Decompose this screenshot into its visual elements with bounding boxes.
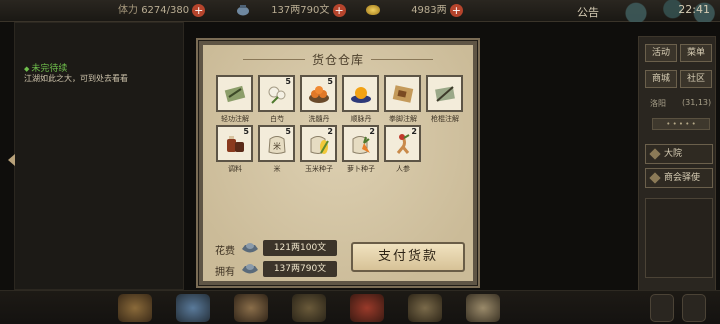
trade-courier-icon (649, 172, 661, 184)
top-status-bar: 体力 6274/380 + 137两790文 + 4983两 + 公告 22:4… (0, 0, 720, 22)
guild-icon[interactable] (350, 294, 384, 322)
item-slot[interactable]: 米 5 (258, 125, 295, 162)
item-slot[interactable] (216, 75, 253, 112)
courtyard-button[interactable]: 大院 (645, 144, 713, 164)
item-count: 5 (243, 127, 249, 136)
marrow-pill-icon (309, 86, 329, 103)
bottom-toolbar (0, 290, 720, 324)
item-label: 白芍 (270, 115, 284, 123)
add-gold-button[interactable]: + (449, 3, 463, 17)
menu-button[interactable]: 菜单 (680, 44, 712, 62)
item-slot[interactable]: 2 (342, 125, 379, 162)
item-count: 5 (285, 127, 291, 136)
silver-ingot-icon (242, 264, 258, 274)
courtyard-icon (649, 148, 661, 160)
item-slot[interactable] (426, 75, 463, 112)
collapse-left-arrow-icon[interactable] (8, 154, 15, 166)
warehouse-dialog: 货仓仓库 5 5 轻功注解 白芍 洗髓丹 顺脉丹 拳脚注解 枪棍注解 5 米 5… (199, 41, 477, 285)
chat-icon[interactable] (682, 294, 706, 322)
money-display: 137两790文 + (236, 3, 346, 19)
item-label: 拳脚注解 (389, 115, 417, 123)
stamina-value: 6274/380 (141, 5, 190, 16)
item-label: 洗髓丹 (308, 115, 330, 123)
item-count: 2 (327, 127, 333, 136)
location-coords: (31,13) (682, 98, 712, 107)
right-info-box (645, 198, 713, 278)
dialog-title-text: 货仓仓库 (311, 53, 364, 67)
item-label: 米 (273, 165, 281, 173)
svg-text:米: 米 (273, 141, 281, 151)
item-label: 枪棍注解 (431, 115, 459, 123)
seasoning-icon (227, 136, 244, 152)
cost-value: 121两100文 (263, 240, 337, 256)
scroll-indicator: • • • • • (652, 118, 710, 130)
activity-button[interactable]: 活动 (645, 44, 677, 62)
corn-seed-icon (310, 136, 329, 154)
item-label: 萝卜种子 (347, 165, 375, 173)
map-icon[interactable] (466, 294, 500, 322)
quest-description: 江湖如此之大，可到处去看看 (24, 74, 128, 83)
trade-courier-label: 商会驿使 (664, 173, 701, 183)
add-stamina-button[interactable]: + (192, 3, 206, 17)
location-name: 洛阳 (650, 99, 666, 108)
radish-seed-icon (352, 136, 370, 154)
coin-pouch-icon (236, 4, 250, 16)
item-slot[interactable]: 5 (258, 75, 295, 112)
stamina-display: 体力 6274/380 + (118, 3, 206, 19)
item-label: 调料 (228, 165, 242, 173)
martial-icon[interactable] (292, 294, 326, 322)
gold-ingot-icon (366, 5, 380, 15)
item-slot[interactable] (384, 75, 421, 112)
item-label: 轻功注解 (221, 115, 249, 123)
notice-button[interactable]: 公告 (577, 4, 599, 20)
quest-diamond-icon: ◆ (24, 65, 30, 73)
item-slot[interactable] (342, 75, 379, 112)
inventory-icon[interactable] (118, 294, 152, 322)
trade-courier-button[interactable]: 商会驿使 (645, 168, 713, 188)
owned-value: 137两790文 (263, 261, 337, 277)
item-label: 人参 (396, 165, 410, 173)
item-slot[interactable]: 5 (216, 125, 253, 162)
dialog-title: 货仓仓库 (203, 51, 473, 68)
gold-display: 4983两 + (366, 3, 463, 19)
quest-icon[interactable] (408, 294, 442, 322)
shop-button[interactable]: 商城 (645, 70, 677, 88)
title-divider-left (243, 59, 305, 60)
item-count: 2 (411, 127, 417, 136)
item-label: 玉米种子 (305, 165, 333, 173)
money-value: 137两790文 (271, 5, 330, 16)
spear-staff-manual-icon (435, 86, 455, 102)
silver-ingot-icon (242, 243, 258, 253)
title-divider-right (371, 59, 433, 60)
add-money-button[interactable]: + (332, 3, 346, 17)
item-slot[interactable]: 2 (384, 125, 421, 162)
pay-button[interactable]: 支付货款 (351, 242, 465, 272)
fist-manual-icon (392, 85, 414, 103)
item-slot[interactable]: 5 (300, 75, 337, 112)
white-peony-icon (268, 86, 286, 104)
character-icon[interactable] (176, 294, 210, 322)
community-button[interactable]: 社区 (680, 70, 712, 88)
item-count: 5 (327, 77, 333, 86)
courtyard-label: 大院 (664, 149, 683, 159)
settings-icon[interactable] (650, 294, 674, 322)
item-label: 顺脉丹 (350, 115, 372, 123)
stamina-label: 体力 (118, 5, 138, 16)
rice-sack-icon: 米 (268, 136, 286, 154)
ginseng-icon (396, 134, 410, 154)
clock: 22:41 (678, 3, 710, 16)
meridian-pill-icon (351, 87, 371, 103)
qinggong-manual-icon (224, 85, 246, 103)
item-count: 5 (285, 77, 291, 86)
item-count: 2 (369, 127, 375, 136)
item-slot[interactable]: 2 (300, 125, 337, 162)
skills-icon[interactable] (234, 294, 268, 322)
gold-value: 4983两 (411, 5, 447, 16)
